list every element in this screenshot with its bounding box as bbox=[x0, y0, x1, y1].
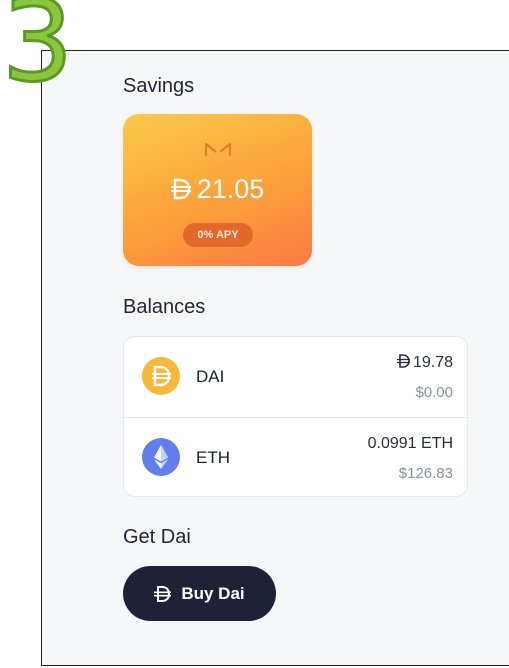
dai-symbol-icon bbox=[154, 585, 172, 602]
dai-icon bbox=[142, 357, 180, 395]
savings-card[interactable]: 21.05 0% APY bbox=[123, 114, 312, 266]
get-dai-heading: Get Dai bbox=[123, 526, 191, 548]
balance-row-eth[interactable]: ETH 0.0991 ETH $126.83 bbox=[124, 417, 469, 497]
balances-list: DAI 19.78 $0.00 ETH 0.0991 ETH $126.83 bbox=[123, 336, 469, 497]
buy-dai-button[interactable]: Buy Dai bbox=[123, 566, 276, 621]
savings-amount-value: 21.05 bbox=[196, 174, 265, 204]
token-amount-value: 19.78 bbox=[412, 354, 453, 371]
balance-row-dai[interactable]: DAI 19.78 $0.00 bbox=[124, 337, 469, 417]
dai-symbol-icon bbox=[396, 354, 410, 368]
eth-icon bbox=[142, 438, 180, 476]
savings-heading: Savings bbox=[123, 75, 195, 97]
balances-heading: Balances bbox=[123, 296, 206, 318]
token-usd-value: $126.83 bbox=[398, 465, 453, 482]
buy-dai-label: Buy Dai bbox=[181, 583, 245, 603]
token-usd-value: $0.00 bbox=[415, 384, 453, 401]
apy-badge: 0% APY bbox=[183, 223, 253, 247]
maker-logo-icon bbox=[204, 142, 232, 156]
token-amount: 19.78 bbox=[396, 354, 453, 372]
dai-symbol-icon bbox=[170, 178, 191, 200]
dapp-panel: Savings 21.05 0% APY Balances DAI 19.78 … bbox=[41, 50, 509, 666]
step-number: 3 bbox=[0, 0, 74, 107]
savings-amount: 21.05 bbox=[123, 174, 312, 205]
token-name: DAI bbox=[196, 367, 225, 386]
token-name: ETH bbox=[196, 448, 230, 467]
token-amount-value: 0.0991 ETH bbox=[367, 435, 453, 452]
